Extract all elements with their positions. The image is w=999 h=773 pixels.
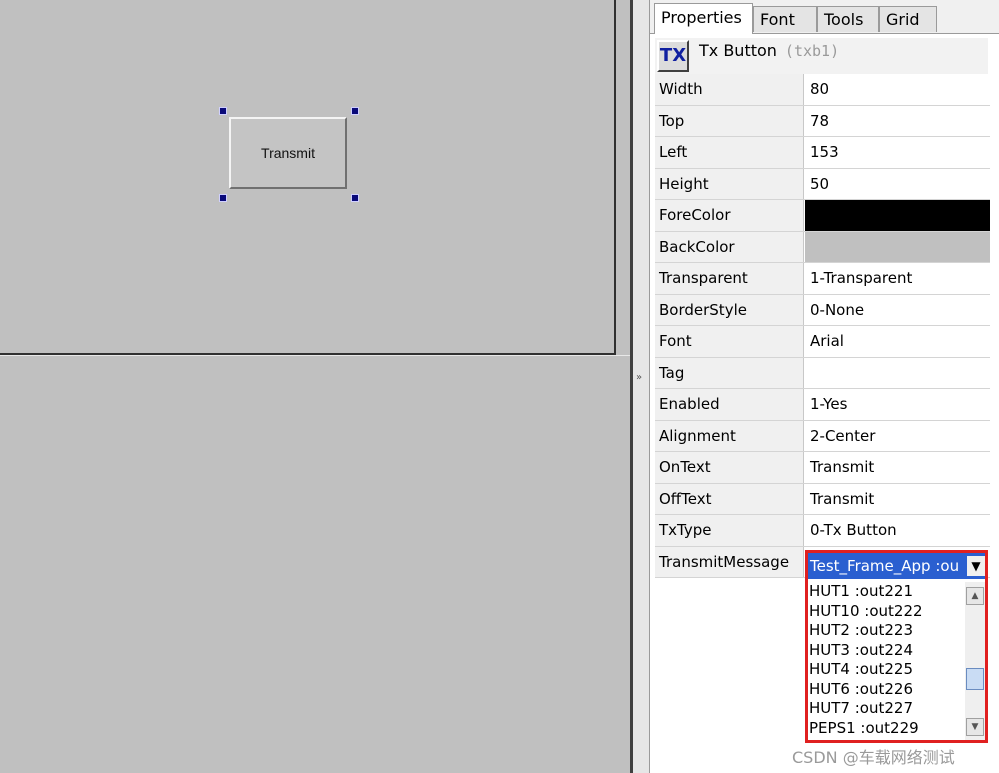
object-title: Tx Button (txb1) [699, 41, 839, 60]
resize-handle-top-right[interactable] [351, 107, 359, 115]
watermark: CSDN @车载网络测试 [792, 748, 955, 767]
property-value[interactable]: 50 [805, 168, 990, 199]
panel-tabs: Properties Font Tools Grid [650, 0, 999, 34]
property-row[interactable]: TxType 0-Tx Button [655, 515, 990, 547]
property-key: ForeColor [655, 200, 804, 231]
property-row[interactable]: Top 78 [655, 105, 990, 137]
property-row[interactable]: OnText Transmit [655, 452, 990, 484]
property-row[interactable]: Left 153 [655, 137, 990, 169]
property-key: Width [655, 74, 804, 105]
property-key: OnText [655, 452, 804, 483]
property-value[interactable]: 1-Transparent [805, 263, 990, 294]
property-key: Font [655, 326, 804, 357]
property-key: TxType [655, 515, 804, 546]
property-row[interactable]: ForeColor [655, 200, 990, 232]
tab-font[interactable]: Font [753, 6, 817, 32]
property-key: TransmitMessage [655, 546, 804, 577]
tab-grid[interactable]: Grid [879, 6, 937, 32]
property-row[interactable]: Font Arial [655, 326, 990, 358]
panel-splitter[interactable] [633, 0, 650, 773]
property-value[interactable]: 78 [805, 105, 990, 136]
property-key: Alignment [655, 420, 804, 451]
property-row[interactable]: Transparent 1-Transparent [655, 263, 990, 295]
resize-handle-bottom-left[interactable] [219, 194, 227, 202]
highlight-frame [805, 550, 988, 743]
property-key: BorderStyle [655, 294, 804, 325]
property-value[interactable]: 153 [805, 137, 990, 168]
property-key: Enabled [655, 389, 804, 420]
property-value[interactable]: Transmit [805, 483, 990, 514]
property-key: Height [655, 168, 804, 199]
property-value[interactable]: Transmit [805, 452, 990, 483]
transmit-button-label: Transmit [261, 145, 315, 161]
color-swatch[interactable] [805, 231, 990, 262]
chevron-down-icon[interactable]: ▼ [967, 556, 985, 576]
property-key: Left [655, 137, 804, 168]
property-grid: Width 80 Top 78 Left 153 Height 50 ForeColor Back… [655, 74, 990, 578]
property-value[interactable]: Arial [805, 326, 990, 357]
tx-button-icon: TX [657, 40, 689, 72]
resize-handle-bottom-right[interactable] [351, 194, 359, 202]
property-row[interactable]: BorderStyle 0-None [655, 294, 990, 326]
property-value[interactable]: 1-Yes [805, 389, 990, 420]
form-divider [0, 355, 634, 356]
property-key: Top [655, 105, 804, 136]
object-id: (txb1) [784, 42, 840, 60]
property-value[interactable]: 0-None [805, 294, 990, 325]
property-row[interactable]: BackColor [655, 231, 990, 263]
object-header: TX Tx Button (txb1) [655, 38, 988, 74]
property-value[interactable]: 80 [805, 74, 990, 105]
property-row[interactable]: Tag [655, 357, 990, 389]
tab-properties[interactable]: Properties [654, 3, 753, 34]
design-canvas[interactable]: Transmit [0, 0, 634, 773]
property-key: Tag [655, 357, 804, 388]
tab-tools[interactable]: Tools [817, 6, 879, 32]
property-key: Transparent [655, 263, 804, 294]
property-row[interactable]: Height 50 [655, 168, 990, 200]
property-key: OffText [655, 483, 804, 514]
color-swatch[interactable] [805, 200, 990, 231]
property-value[interactable]: 0-Tx Button [805, 515, 990, 546]
resize-handle-top-left[interactable] [219, 107, 227, 115]
property-row[interactable]: Alignment 2-Center [655, 420, 990, 452]
property-row[interactable]: Width 80 [655, 74, 990, 106]
property-value[interactable] [805, 357, 990, 388]
transmit-button-control[interactable]: Transmit [229, 117, 347, 189]
property-row[interactable]: Enabled 1-Yes [655, 389, 990, 421]
property-key: BackColor [655, 231, 804, 262]
property-value[interactable]: 2-Center [805, 420, 990, 451]
splitter-expand-icon[interactable]: » [636, 372, 642, 383]
property-row[interactable]: OffText Transmit [655, 483, 990, 515]
object-type-name: Tx Button [699, 41, 777, 60]
